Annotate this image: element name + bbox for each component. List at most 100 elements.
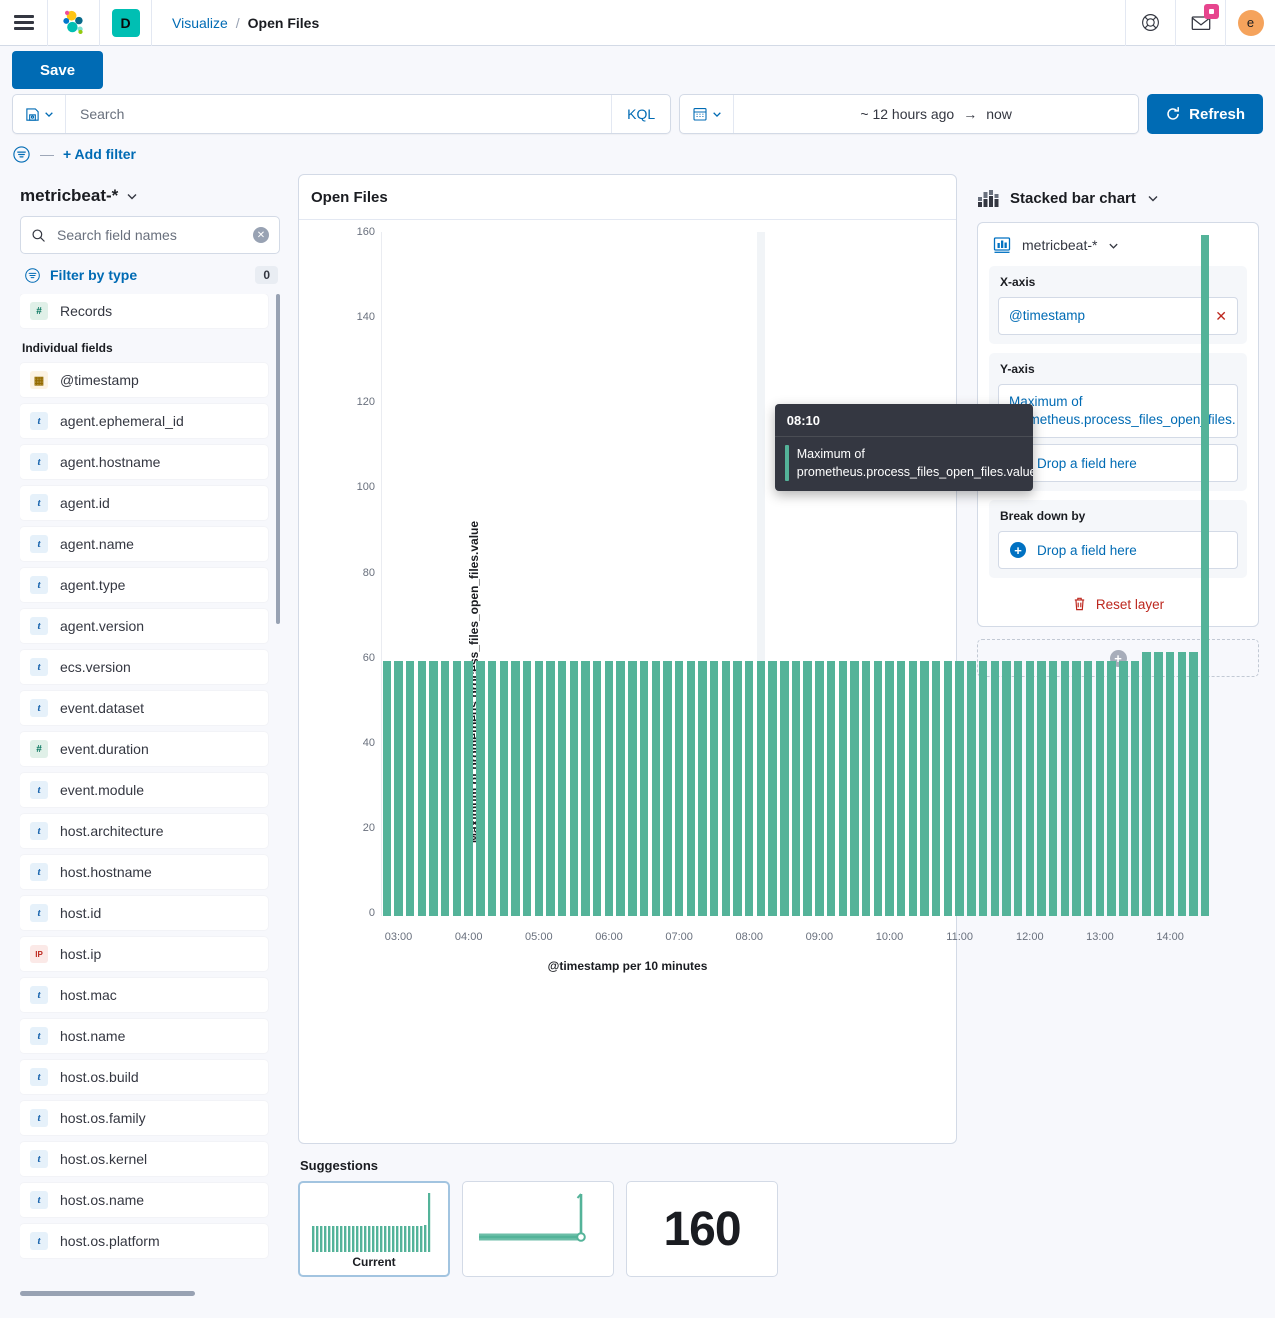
- chart-bar[interactable]: [1107, 661, 1115, 916]
- chart-bar[interactable]: [429, 661, 437, 916]
- chart-bar[interactable]: [722, 661, 730, 916]
- chart-bar[interactable]: [605, 661, 613, 916]
- chart-bar[interactable]: [1037, 661, 1045, 916]
- elastic-logo-button[interactable]: [48, 0, 100, 46]
- field-item--timestamp[interactable]: ▦@timestamp: [20, 363, 268, 397]
- chart-bar[interactable]: [1084, 661, 1092, 916]
- chart-bar[interactable]: [687, 661, 695, 916]
- field-item-agent-ephemeral_id[interactable]: tagent.ephemeral_id: [20, 404, 268, 438]
- chart-bar[interactable]: [944, 661, 952, 916]
- chart-bar[interactable]: [616, 661, 624, 916]
- chart-bar[interactable]: [745, 661, 753, 916]
- chart-bar[interactable]: [675, 661, 683, 916]
- field-item-event-duration[interactable]: #event.duration: [20, 732, 268, 766]
- chart-bar[interactable]: [979, 661, 987, 916]
- field-search-input[interactable]: [55, 226, 244, 244]
- chart-bar[interactable]: [768, 661, 776, 916]
- saved-query-button[interactable]: [13, 95, 66, 133]
- field-list-vertical-scrollbar[interactable]: [276, 294, 280, 624]
- chart-bar[interactable]: [476, 661, 484, 916]
- field-item-event-module[interactable]: tevent.module: [20, 773, 268, 807]
- suggestion-current[interactable]: Current: [298, 1181, 450, 1277]
- chart-bar[interactable]: [1072, 661, 1080, 916]
- index-pattern-selector[interactable]: metricbeat-*: [20, 174, 280, 216]
- chart-bar[interactable]: [932, 661, 940, 916]
- save-button[interactable]: Save: [12, 51, 103, 89]
- chart-bar[interactable]: [850, 661, 858, 916]
- refresh-button[interactable]: Refresh: [1147, 94, 1263, 134]
- chart-bar[interactable]: [920, 661, 928, 916]
- chart-bar[interactable]: [1119, 661, 1127, 916]
- chart-bar[interactable]: [464, 661, 472, 916]
- chart-bar[interactable]: [500, 661, 508, 916]
- chart-type-switcher[interactable]: Stacked bar chart: [977, 182, 1259, 222]
- chart-bar[interactable]: [1131, 661, 1139, 916]
- chart-bar[interactable]: [897, 661, 905, 916]
- field-item-host-os-family[interactable]: thost.os.family: [20, 1101, 268, 1135]
- chart-bar[interactable]: [383, 661, 391, 916]
- field-list[interactable]: #Records Individual fields▦@timestamptag…: [20, 294, 280, 1302]
- help-button[interactable]: [1125, 0, 1175, 46]
- add-filter-button[interactable]: + Add filter: [63, 146, 136, 162]
- chart-bar[interactable]: [909, 661, 917, 916]
- suggestion-line[interactable]: [462, 1181, 614, 1277]
- chart-bar[interactable]: [593, 661, 601, 916]
- chart-bar[interactable]: [1178, 652, 1186, 916]
- breadcrumb-visualize[interactable]: Visualize: [172, 15, 228, 31]
- search-input[interactable]: [66, 95, 611, 133]
- chart-bar[interactable]: [453, 661, 461, 916]
- chart-bar[interactable]: [640, 661, 648, 916]
- date-quick-select-button[interactable]: [680, 95, 734, 133]
- chart-bar[interactable]: [1166, 652, 1174, 916]
- suggestion-metric[interactable]: 160: [626, 1181, 778, 1277]
- field-list-horizontal-scrollbar[interactable]: [20, 1291, 195, 1296]
- clear-icon[interactable]: ✕: [253, 227, 269, 243]
- chart-bar[interactable]: [955, 661, 963, 916]
- field-item-event-dataset[interactable]: tevent.dataset: [20, 691, 268, 725]
- chart-bar[interactable]: [780, 661, 788, 916]
- chart-bar[interactable]: [991, 661, 999, 916]
- field-item-host-name[interactable]: thost.name: [20, 1019, 268, 1053]
- chart-bar[interactable]: [1049, 661, 1057, 916]
- chart-bar[interactable]: [967, 661, 975, 916]
- chart-bar[interactable]: [1026, 661, 1034, 916]
- field-item-host-hostname[interactable]: thost.hostname: [20, 855, 268, 889]
- chart-bar[interactable]: [535, 661, 543, 916]
- field-item-agent-type[interactable]: tagent.type: [20, 568, 268, 602]
- notifications-button[interactable]: [1175, 0, 1225, 46]
- chart-bar[interactable]: [581, 661, 589, 916]
- chart-bar[interactable]: [1061, 661, 1069, 916]
- plot-area[interactable]: [381, 220, 908, 1143]
- close-x-icon[interactable]: ✕: [1207, 307, 1227, 325]
- field-item-host-ip[interactable]: IPhost.ip: [20, 937, 268, 971]
- chart-bar[interactable]: [710, 661, 718, 916]
- field-item-host-architecture[interactable]: thost.architecture: [20, 814, 268, 848]
- query-language-button[interactable]: KQL: [611, 95, 670, 133]
- deployment-badge[interactable]: D: [100, 0, 152, 46]
- field-item-host-os-platform[interactable]: thost.os.platform: [20, 1224, 268, 1258]
- field-item-host-mac[interactable]: thost.mac: [20, 978, 268, 1012]
- chart-bar[interactable]: [839, 661, 847, 916]
- chart-bar[interactable]: [827, 661, 835, 916]
- chart-bar[interactable]: [1014, 661, 1022, 916]
- chart-bar[interactable]: [815, 661, 823, 916]
- chart-bar[interactable]: [733, 661, 741, 916]
- chart-bar[interactable]: [663, 661, 671, 916]
- chart-body[interactable]: Maximum of prometheus.process_files_open…: [299, 220, 956, 1143]
- chart-bar[interactable]: [511, 661, 519, 916]
- chart-bar[interactable]: [792, 661, 800, 916]
- chart-bar[interactable]: [1189, 652, 1197, 916]
- field-item-host-os-kernel[interactable]: thost.os.kernel: [20, 1142, 268, 1176]
- field-item-host-id[interactable]: thost.id: [20, 896, 268, 930]
- chart-bar[interactable]: [523, 661, 531, 916]
- time-range-display[interactable]: ~ 12 hours ago → now: [734, 106, 1138, 122]
- chart-bar[interactable]: [885, 661, 893, 916]
- chart-bar[interactable]: [1154, 652, 1162, 916]
- chart-bar[interactable]: [570, 661, 578, 916]
- chart-bar[interactable]: [862, 661, 870, 916]
- chart-bar[interactable]: [418, 661, 426, 916]
- chart-bar[interactable]: [488, 661, 496, 916]
- filter-by-type-button[interactable]: Filter by type: [50, 267, 246, 283]
- chart-bar[interactable]: [546, 661, 554, 916]
- hamburger-menu-button[interactable]: [0, 0, 48, 46]
